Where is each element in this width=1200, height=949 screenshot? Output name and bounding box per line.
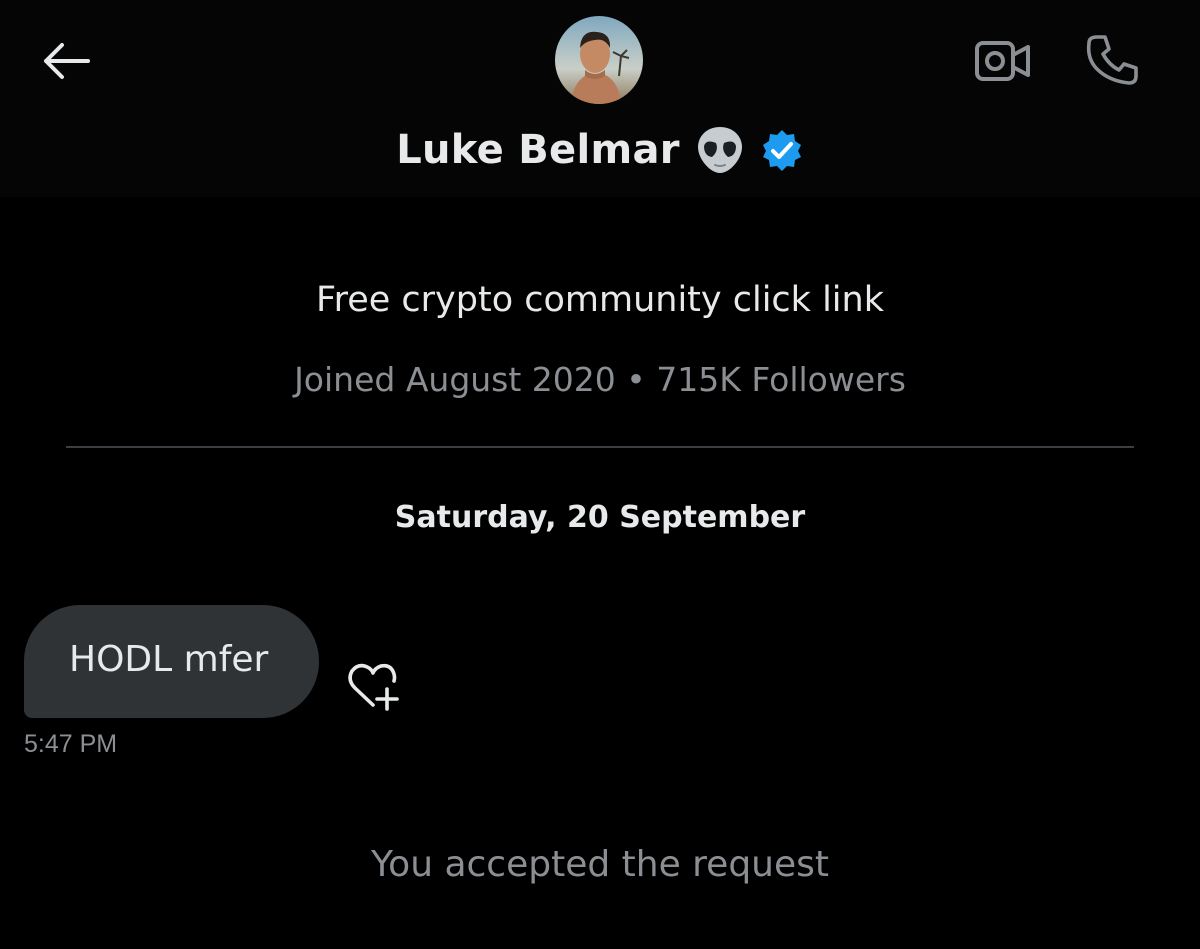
divider <box>66 446 1134 448</box>
back-button[interactable] <box>36 36 96 86</box>
voice-call-button[interactable] <box>1080 28 1144 92</box>
message-bubble[interactable]: HODL mfer <box>24 605 319 718</box>
request-accepted-notice: You accepted the request <box>370 844 830 885</box>
profile-bio: Free crypto community click link <box>316 280 884 320</box>
arrow-left-icon <box>44 43 90 79</box>
conversation-header: Luke Belmar <box>0 0 1200 197</box>
contact-name-row: Luke Belmar <box>0 120 1200 180</box>
add-reaction-button[interactable] <box>340 656 406 716</box>
video-call-button[interactable] <box>970 36 1036 86</box>
verified-badge-icon <box>762 130 801 171</box>
message-text: HODL mfer <box>69 639 269 680</box>
profile-photo <box>555 16 643 104</box>
alien-emoji-icon <box>697 127 742 173</box>
phone-icon <box>1086 35 1138 85</box>
heart-plus-icon <box>348 663 399 711</box>
message-timestamp: 5:47 PM <box>24 730 118 758</box>
contact-name: Luke Belmar <box>396 127 680 173</box>
profile-meta: Joined August 2020 • 715K Followers <box>294 360 906 399</box>
date-separator: Saturday, 20 September <box>394 500 806 535</box>
video-camera-icon <box>975 41 1030 81</box>
avatar[interactable] <box>555 16 643 104</box>
